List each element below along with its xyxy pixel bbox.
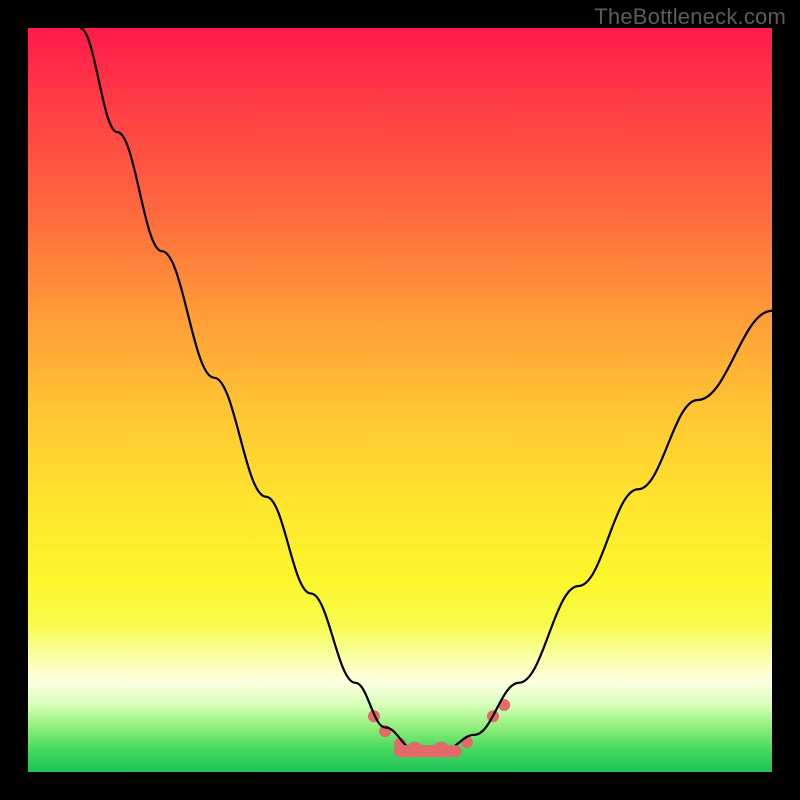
chart-frame: TheBottleneck.com <box>0 0 800 800</box>
bottleneck-curve <box>80 28 772 750</box>
watermark-text: TheBottleneck.com <box>594 4 786 30</box>
chart-svg <box>28 28 772 772</box>
chart-plot-area <box>28 28 772 772</box>
